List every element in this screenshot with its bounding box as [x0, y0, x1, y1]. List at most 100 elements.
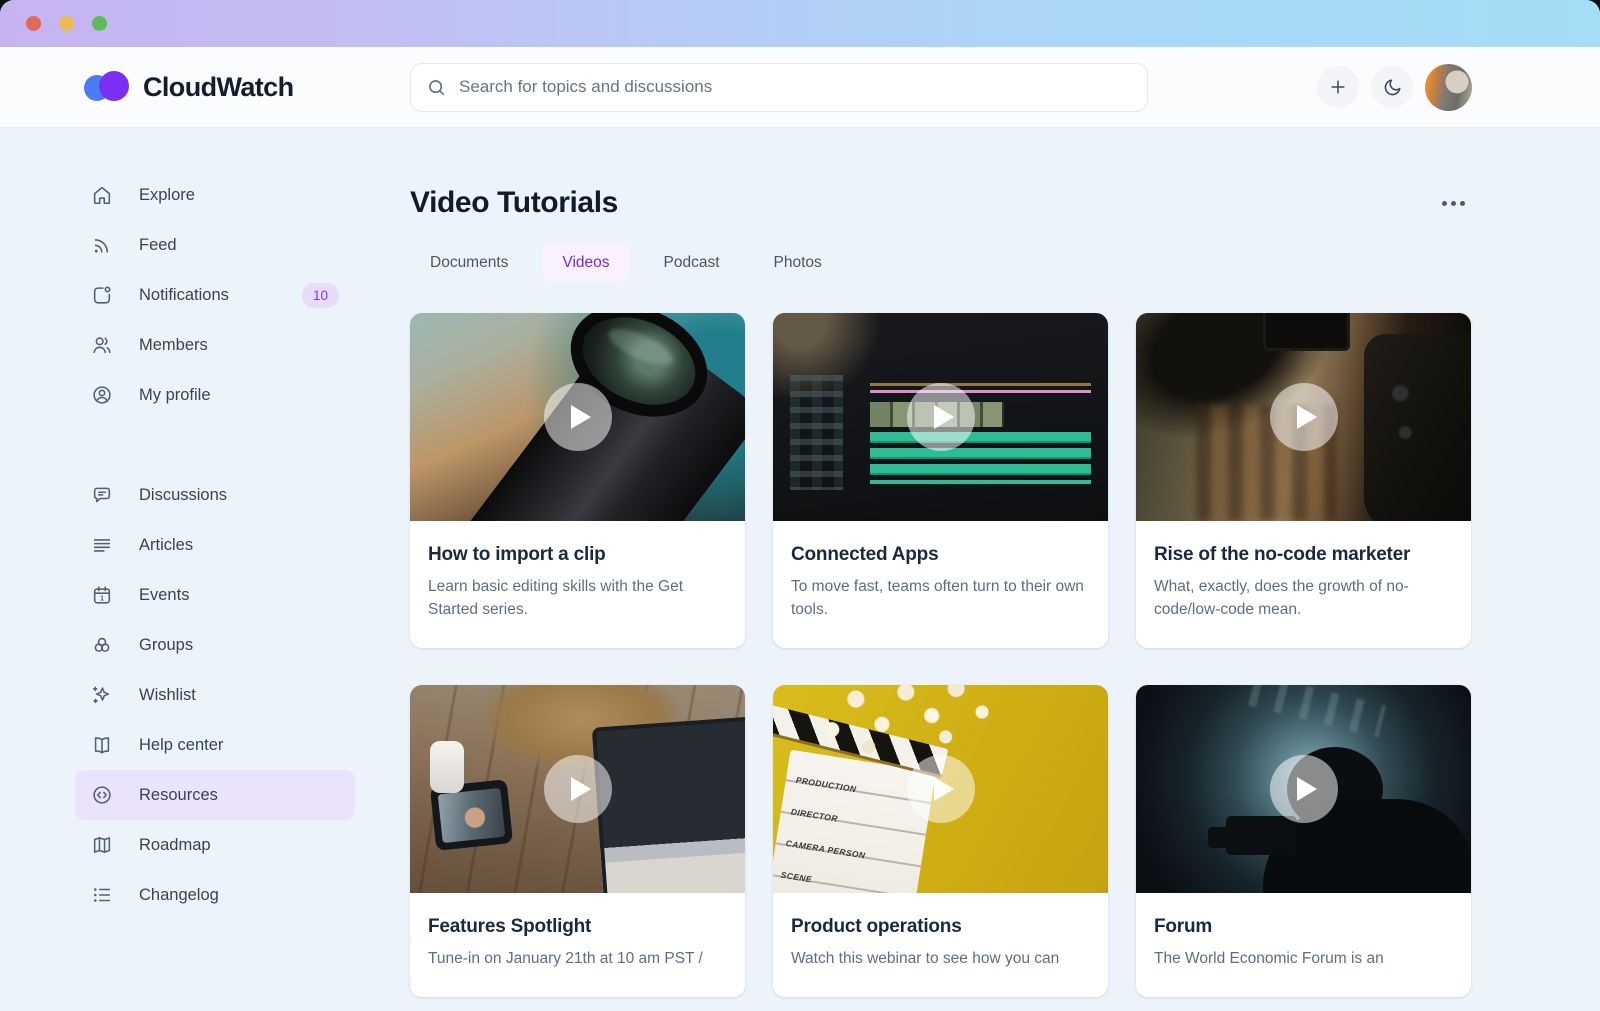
tab-videos[interactable]: Videos [542, 244, 629, 282]
moon-icon [1382, 77, 1403, 98]
sparkle-icon [91, 684, 113, 706]
sidebar-item-wishlist[interactable]: Wishlist [75, 670, 355, 720]
create-new-button[interactable] [1317, 66, 1359, 108]
video-title: Forum [1154, 916, 1453, 938]
video-card[interactable]: PRODUCTION DIRECTOR CAMERA PERSON SCENE … [773, 685, 1108, 997]
chat-bubble-icon [91, 484, 113, 506]
video-card-grid: How to import a clip Learn basic editing… [410, 313, 1471, 997]
video-card[interactable]: Forum The World Economic Forum is an [1136, 685, 1471, 997]
sidebar-item-roadmap[interactable]: Roadmap [75, 820, 355, 870]
search-bar [410, 63, 1148, 112]
sidebar-section-divider [75, 420, 355, 470]
video-title: How to import a clip [428, 544, 727, 566]
sidebar-item-articles[interactable]: Articles [75, 520, 355, 570]
video-thumbnail-camera-lens[interactable] [410, 313, 745, 521]
sidebar-item-events[interactable]: 1 Events [75, 570, 355, 620]
sidebar-item-label: Groups [139, 636, 193, 655]
play-button-icon[interactable] [907, 755, 975, 823]
notifications-count-badge: 10 [302, 283, 339, 308]
video-description: What, exactly, does the growth of no-cod… [1154, 576, 1453, 622]
app-header: CloudWatch [0, 47, 1600, 128]
play-button-icon[interactable] [907, 383, 975, 451]
page-title: Video Tutorials [410, 186, 618, 220]
video-title: Features Spotlight [428, 916, 727, 938]
plus-icon [1328, 77, 1348, 97]
sidebar-item-groups[interactable]: Groups [75, 620, 355, 670]
search-input[interactable] [410, 63, 1148, 112]
search-icon [426, 77, 447, 98]
play-button-icon[interactable] [544, 383, 612, 451]
video-title: Rise of the no-code marketer [1154, 544, 1453, 566]
video-card[interactable]: Connected Apps To move fast, teams often… [773, 313, 1108, 648]
brand-logo[interactable]: CloudWatch [82, 70, 293, 104]
tab-photos[interactable]: Photos [754, 244, 842, 282]
sidebar-item-label: Feed [139, 236, 177, 255]
more-options-button[interactable] [1436, 195, 1471, 212]
sidebar-item-discussions[interactable]: Discussions [75, 470, 355, 520]
tab-documents[interactable]: Documents [410, 244, 528, 282]
code-circle-icon [91, 784, 113, 806]
sidebar-item-label: Explore [139, 186, 195, 205]
minimize-window-button[interactable] [59, 16, 74, 31]
video-thumbnail-desk-setup[interactable] [410, 685, 745, 893]
sidebar-item-notifications[interactable]: Notifications 10 [75, 270, 355, 320]
ellipsis-icon [1442, 201, 1447, 206]
sidebar-item-help-center[interactable]: Help center [75, 720, 355, 770]
sidebar-item-label: Changelog [139, 886, 219, 905]
video-thumbnail-camera-silhouette[interactable] [1136, 685, 1471, 893]
video-description: Tune-in on January 21th at 10 am PST / [428, 948, 727, 971]
video-description: To move fast, teams often turn to their … [791, 576, 1090, 622]
sidebar-item-label: Events [139, 586, 189, 605]
sidebar-item-resources[interactable]: Resources [75, 770, 355, 820]
sidebar-item-label: Members [139, 336, 208, 355]
notification-icon [91, 284, 113, 306]
video-thumbnail-editing-app[interactable] [773, 313, 1108, 521]
sidebar-item-label: Resources [139, 786, 218, 805]
video-description: The World Economic Forum is an [1154, 948, 1453, 971]
user-circle-icon [91, 384, 113, 406]
rss-icon [91, 234, 113, 256]
user-avatar[interactable] [1425, 64, 1472, 111]
sidebar-item-label: Articles [139, 536, 193, 555]
video-card[interactable]: Rise of the no-code marketer What, exact… [1136, 313, 1471, 648]
home-icon [91, 184, 113, 206]
main-content: Video Tutorials Documents Videos Podcast… [355, 128, 1600, 1011]
body-area: Explore Feed Notifications 10 [0, 128, 1600, 1011]
video-title: Connected Apps [791, 544, 1090, 566]
video-description: Watch this webinar to see how you can [791, 948, 1090, 971]
content-tabs: Documents Videos Podcast Photos [410, 244, 1471, 282]
open-book-icon [91, 734, 113, 756]
sidebar-item-label: Help center [139, 736, 223, 755]
tab-podcast[interactable]: Podcast [644, 244, 740, 282]
close-window-button[interactable] [26, 16, 41, 31]
play-button-icon[interactable] [544, 755, 612, 823]
video-card[interactable]: Features Spotlight Tune-in on January 21… [410, 685, 745, 997]
video-title: Product operations [791, 916, 1090, 938]
sidebar-item-explore[interactable]: Explore [75, 170, 355, 220]
sidebar-item-changelog[interactable]: Changelog [75, 870, 355, 920]
video-thumbnail-clapperboard[interactable]: PRODUCTION DIRECTOR CAMERA PERSON SCENE [773, 685, 1108, 893]
play-button-icon[interactable] [1270, 755, 1338, 823]
app-window: CloudWatch [0, 0, 1600, 1011]
sidebar-item-label: Discussions [139, 486, 227, 505]
calendar-icon: 1 [91, 584, 113, 606]
bullet-list-icon [91, 884, 113, 906]
sidebar-item-label: My profile [139, 386, 211, 405]
users-icon [91, 334, 113, 356]
brand-name: CloudWatch [143, 72, 293, 103]
sidebar-item-label: Wishlist [139, 686, 196, 705]
play-button-icon[interactable] [1270, 383, 1338, 451]
dark-mode-toggle-button[interactable] [1371, 66, 1413, 108]
video-description: Learn basic editing skills with the Get … [428, 576, 727, 622]
sidebar-item-my-profile[interactable]: My profile [75, 370, 355, 420]
header-actions [1317, 64, 1472, 111]
sidebar-item-feed[interactable]: Feed [75, 220, 355, 270]
three-circles-icon [91, 634, 113, 656]
video-thumbnail-film-studio[interactable] [1136, 313, 1471, 521]
video-card[interactable]: How to import a clip Learn basic editing… [410, 313, 745, 648]
zoom-window-button[interactable] [92, 16, 107, 31]
sidebar-item-members[interactable]: Members [75, 320, 355, 370]
sidebar-item-label: Roadmap [139, 836, 211, 855]
svg-text:1: 1 [100, 593, 104, 602]
text-lines-icon [91, 534, 113, 556]
